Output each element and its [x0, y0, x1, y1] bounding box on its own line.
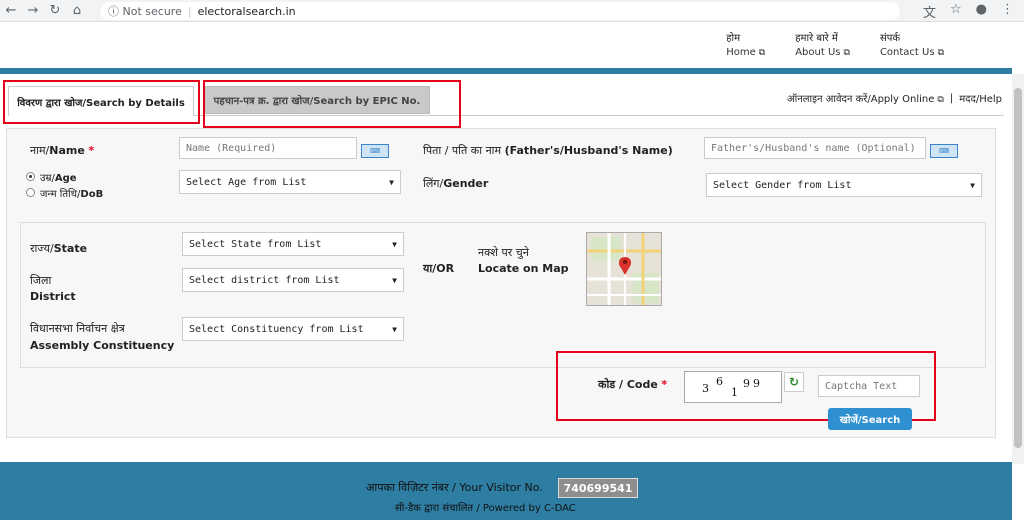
dropdown-arrow-icon: ▼	[392, 275, 397, 285]
header-divider-bar	[0, 68, 1012, 74]
age-label: उम्र/Age	[40, 173, 77, 184]
nav-about-link[interactable]: हमारे बारे में About Us ⧉	[795, 32, 850, 60]
nav-about-en: About Us	[795, 47, 841, 58]
translate-icon[interactable]: 文	[923, 2, 936, 21]
forward-arrow-icon[interactable]: →	[22, 0, 44, 22]
locate-on-map-thumbnail[interactable]	[586, 232, 662, 306]
menu-dots-icon[interactable]: ⋮	[1001, 2, 1014, 21]
map-label-hi: नक्शे पर चुने	[478, 246, 529, 259]
external-link-icon: ⧉	[843, 48, 850, 58]
constituency-select[interactable]: Select Constituency from List ▼	[182, 317, 404, 341]
father-name-label: पिता / पति का नाम (Father's/Husband's Na…	[423, 144, 673, 157]
nav-about-hi: हमारे बारे में	[795, 33, 838, 44]
nav-home-link[interactable]: होम Home ⧉	[726, 32, 765, 60]
district-select[interactable]: Select district from List ▼	[182, 268, 404, 292]
virtual-keyboard-icon[interactable]: ⌨	[930, 144, 958, 158]
url-text: electoralsearch.in	[197, 4, 296, 18]
nav-home-en: Home	[726, 47, 756, 58]
map-label-en: Locate on Map	[478, 262, 569, 275]
map-thumbnail-graphic	[587, 233, 661, 305]
virtual-keyboard-icon[interactable]: ⌨	[361, 144, 389, 158]
father-name-input[interactable]: Father's/Husband's name (Optional)	[704, 137, 926, 159]
refresh-captcha-icon[interactable]: ↻	[784, 372, 804, 392]
highlight-box-epic-tab	[203, 80, 461, 128]
visitor-count: 740699541	[558, 478, 638, 498]
age-radio[interactable]	[26, 172, 35, 181]
apply-online-link[interactable]: ऑनलाइन आवेदन करें/Apply Online ⧉	[787, 91, 944, 105]
omnibox-separator: |	[187, 4, 192, 18]
name-input[interactable]: Name (Required)	[179, 137, 357, 159]
or-label: या/OR	[423, 262, 455, 275]
gender-select[interactable]: Select Gender from List ▼	[706, 173, 982, 197]
header-actions: ऑनलाइन आवेदन करें/Apply Online ⧉ | मदद/He…	[787, 91, 1002, 106]
district-label-en: District	[30, 290, 76, 303]
browser-toolbar: ← → ↻ ⌂ ⓘ Not secure | electoralsearch.i…	[0, 0, 1024, 22]
nav-contact-en: Contact Us	[879, 47, 935, 58]
address-bar[interactable]: ⓘ Not secure | electoralsearch.in	[100, 2, 900, 20]
info-icon[interactable]: ⓘ	[108, 3, 119, 19]
home-icon[interactable]: ⌂	[66, 0, 88, 22]
captcha-input[interactable]: Captcha Text	[818, 375, 920, 397]
visitor-label: आपका विज़िटर नंबर / Your Visitor No.	[366, 481, 543, 494]
reload-icon[interactable]: ↻	[44, 0, 66, 22]
bookmark-star-icon[interactable]: ☆	[950, 2, 962, 21]
ac-label-hi: विधानसभा निर्वाचन क्षेत्र	[30, 322, 125, 335]
powered-by-text: सी-डैक द्वारा संचालित / Powered by C-DAC	[395, 503, 576, 514]
help-link[interactable]: मदद/Help	[959, 91, 1002, 105]
external-link-icon: ⧉	[758, 48, 766, 58]
header-separator: |	[949, 92, 954, 104]
search-button[interactable]: खोजें/Search	[828, 408, 912, 430]
name-label: नाम/Name *	[30, 144, 95, 157]
external-link-icon: ⧉	[937, 95, 944, 105]
captcha-image: 3 6 1 9 9	[684, 371, 782, 403]
dob-label: जन्म तिथि/DoB	[40, 189, 104, 200]
dropdown-arrow-icon: ▼	[392, 239, 397, 249]
state-select[interactable]: Select State from List ▼	[182, 232, 404, 256]
code-label: कोड / Code *	[598, 378, 668, 391]
dropdown-arrow-icon: ▼	[392, 324, 397, 334]
state-label: राज्य/State	[30, 242, 88, 255]
scrollbar-thumb[interactable]	[1014, 88, 1022, 448]
ac-label-en: Assembly Constituency	[30, 339, 175, 352]
profile-icon[interactable]: ●	[976, 2, 987, 21]
nav-contact-hi: संपर्क	[879, 33, 901, 44]
back-arrow-icon[interactable]: ←	[0, 0, 22, 22]
age-select[interactable]: Select Age from List ▼	[179, 170, 401, 194]
dropdown-arrow-icon: ▼	[970, 180, 975, 190]
highlight-box-details-tab	[3, 80, 200, 124]
dob-radio[interactable]	[26, 188, 35, 197]
security-label: Not secure	[122, 4, 182, 18]
external-link-icon: ⧉	[937, 48, 944, 58]
nav-home-hi: होम	[726, 33, 741, 44]
top-navigation: होम Home ⧉ हमारे बारे में About Us ⧉ संपर्…	[726, 32, 944, 60]
gender-label: लिंग/Gender	[423, 177, 489, 190]
nav-contact-link[interactable]: संपर्क Contact Us ⧉	[880, 32, 944, 60]
dropdown-arrow-icon: ▼	[389, 177, 394, 187]
district-label-hi: जिला	[30, 274, 52, 287]
